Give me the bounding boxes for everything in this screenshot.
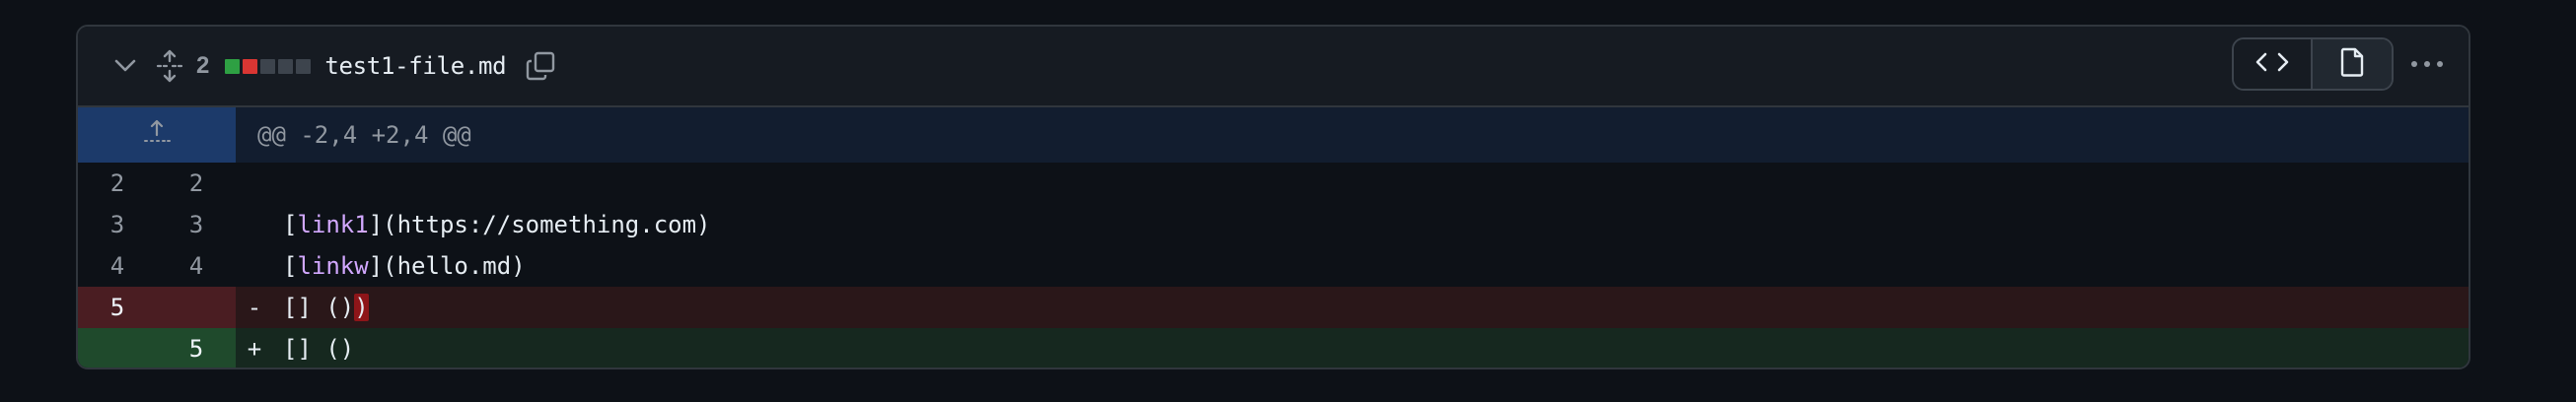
new-line-number[interactable]: 2 [157, 163, 236, 204]
code-text: [ [283, 211, 298, 238]
file-header-left: 2 test1-file.md [111, 27, 557, 105]
line-content: [link1](https://something.com) [269, 211, 710, 238]
code-text: [] () [283, 294, 355, 321]
old-line-number[interactable]: 2 [78, 163, 157, 204]
diffstat-block [260, 58, 276, 74]
line-content: [linkw](hello.md) [269, 252, 526, 280]
view-toggle [2232, 37, 2394, 91]
new-line-number[interactable]: 5 [157, 328, 236, 368]
code-keyword: link1 [297, 211, 369, 238]
new-line-number[interactable] [157, 287, 236, 328]
fold-icon[interactable] [155, 48, 184, 84]
changes-count: 2 [196, 52, 210, 79]
diff-marker: + [247, 335, 262, 363]
diff-line: 2 2 [78, 163, 2469, 204]
diff-line-deletion: 5 - [] ()) [78, 287, 2469, 328]
line-content: [] ()) [269, 294, 369, 321]
diffstat-block [278, 58, 294, 74]
code-text: ](https://something.com) [368, 211, 711, 238]
deleted-text-highlight: ) [354, 294, 369, 321]
file-name-link[interactable]: test1-file.md [324, 52, 506, 80]
diff-marker: - [247, 294, 262, 321]
diff-line: 3 3 [link1](https://something.com) [78, 204, 2469, 245]
code-keyword: linkw [297, 252, 369, 280]
old-line-number[interactable]: 4 [78, 245, 157, 287]
file-icon [2340, 47, 2364, 82]
code-text: [ [283, 252, 298, 280]
line-code: [link1](https://something.com) [236, 204, 2469, 245]
line-code: [linkw](hello.md) [236, 245, 2469, 287]
old-line-number[interactable]: 5 [78, 287, 157, 328]
diff-file-header: 2 test1-file.md [78, 27, 2469, 107]
hunk-header-text: @@ -2,4 +2,4 @@ [257, 121, 471, 149]
diffstat-block [296, 58, 312, 74]
code-text: ](hello.md) [368, 252, 526, 280]
line-code: - [] ()) [236, 287, 2469, 328]
line-content: [] () [269, 335, 354, 363]
line-code: + [] () [236, 328, 2469, 368]
expand-up-button[interactable] [78, 107, 236, 163]
diffstat-bar [225, 58, 312, 74]
diff-line: 4 4 [linkw](hello.md) [78, 245, 2469, 287]
old-line-number[interactable] [78, 328, 157, 368]
diffstat-block [243, 58, 258, 74]
new-line-number[interactable]: 3 [157, 204, 236, 245]
file-header-right [2232, 37, 2457, 91]
new-line-number[interactable]: 4 [157, 245, 236, 287]
view-rich-button[interactable] [2313, 39, 2392, 89]
view-source-button[interactable] [2234, 39, 2313, 89]
chevron-down-icon[interactable] [111, 52, 139, 80]
diff-file-card: 2 test1-file.md @@ -2,4 +2,4 @@ 2 2 3 3 … [76, 25, 2470, 369]
fold-up-icon [142, 118, 172, 152]
kebab-horizontal-icon[interactable] [2397, 37, 2457, 91]
code-icon [2255, 51, 2289, 78]
diffstat-block [225, 58, 241, 74]
old-line-number[interactable]: 3 [78, 204, 157, 245]
copy-icon[interactable] [524, 49, 557, 83]
diff-line-addition: 5 + [] () [78, 328, 2469, 368]
hunk-header: @@ -2,4 +2,4 @@ [78, 107, 2469, 163]
code-text: [] () [283, 335, 355, 363]
line-code [236, 163, 2469, 204]
